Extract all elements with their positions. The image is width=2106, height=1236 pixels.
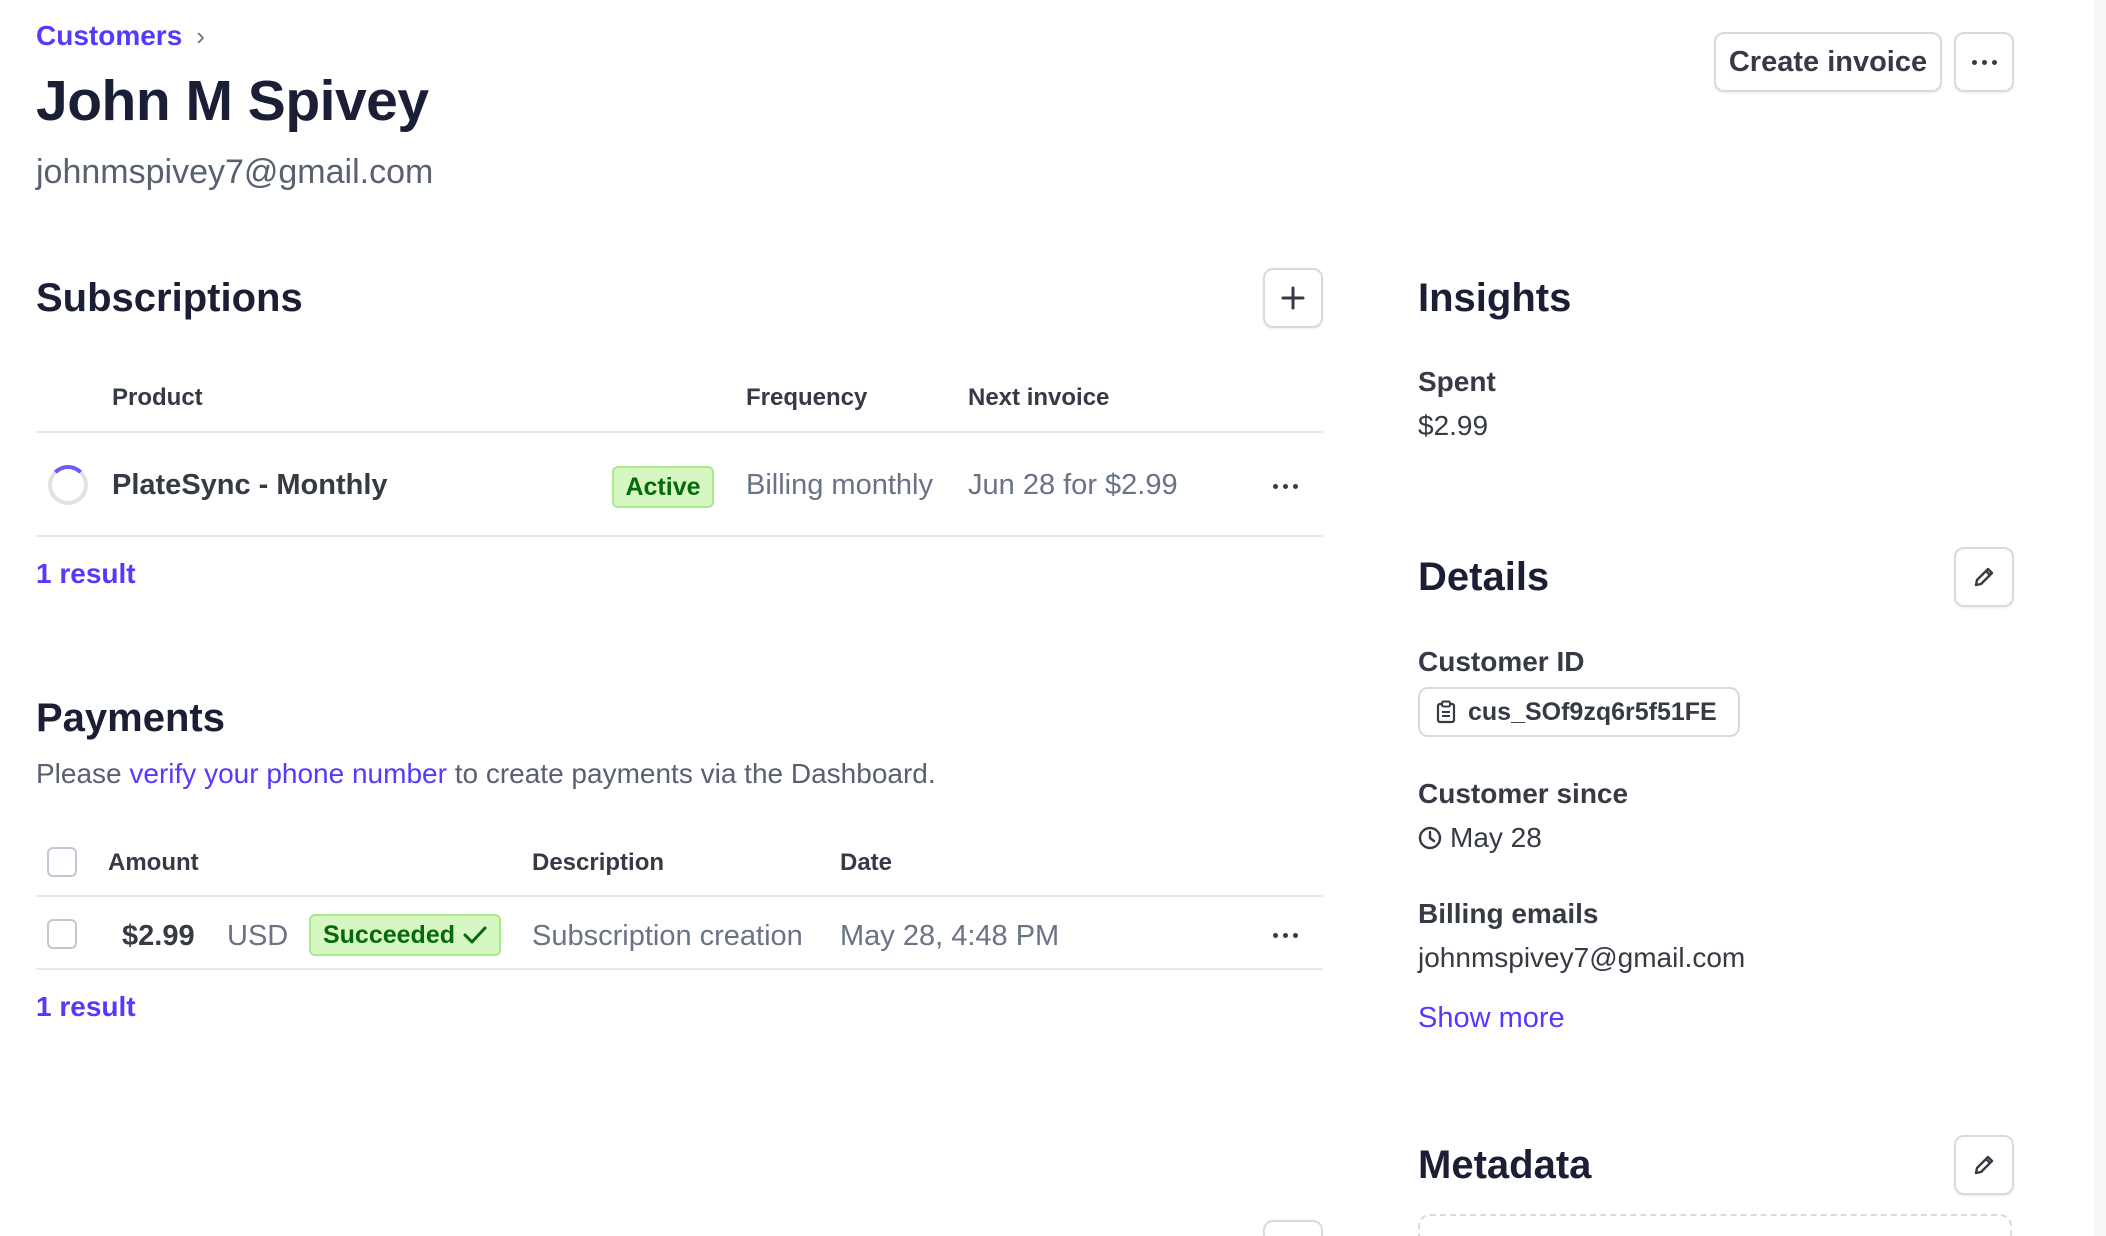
payments-result-count[interactable]: 1 result — [36, 991, 136, 1023]
show-more-link[interactable]: Show more — [1418, 1002, 1565, 1035]
billing-email-value: johnmspivey7@gmail.com — [1418, 942, 1746, 973]
clipboard-icon — [1436, 700, 1456, 724]
billing-emails-label: Billing emails — [1418, 898, 1599, 929]
details-title: Details — [1418, 555, 1550, 599]
payments-notice: Please verify your phone number to creat… — [36, 758, 936, 790]
plus-icon — [1281, 286, 1305, 310]
edit-metadata-button[interactable] — [1954, 1135, 2014, 1195]
add-subscription-button[interactable] — [1263, 268, 1323, 328]
column-header-description: Description — [532, 849, 665, 876]
payment-status-label: Succeeded — [322, 920, 455, 949]
pencil-icon — [1974, 1155, 1994, 1175]
customer-since: May 28 — [1418, 822, 1542, 854]
subscriptions-result-count[interactable]: 1 result — [36, 558, 136, 590]
customer-since-label: Customer since — [1418, 778, 1629, 809]
breadcrumb-customers-link[interactable]: Customers — [36, 20, 182, 52]
status-badge: Active — [612, 466, 714, 508]
more-horizontal-icon — [1272, 483, 1298, 489]
add-button-partial[interactable] — [1263, 1220, 1323, 1236]
spent-value: $2.99 — [1418, 410, 1489, 441]
subscription-row-actions-button[interactable] — [1270, 471, 1300, 501]
window-edge — [2094, 0, 2106, 1236]
payments-notice-suffix: to create payments via the Dashboard. — [446, 758, 936, 789]
subscription-status-icon — [48, 465, 88, 505]
column-header-product: Product — [112, 384, 203, 411]
metadata-title: Metadata — [1418, 1143, 1592, 1187]
payment-currency: USD — [227, 920, 289, 952]
clock-icon — [1418, 826, 1442, 850]
customer-email: johnmspivey7@gmail.com — [36, 153, 434, 191]
column-header-date: Date — [840, 849, 893, 876]
pencil-icon — [1974, 567, 1994, 587]
customer-id-label: Customer ID — [1418, 646, 1585, 677]
chevron-right-icon: › — [196, 20, 205, 51]
subscriptions-title: Subscriptions — [36, 276, 303, 320]
table-divider — [36, 431, 1323, 433]
more-horizontal-icon — [1971, 59, 1997, 65]
create-invoice-button[interactable]: Create invoice — [1714, 32, 1942, 92]
payment-row-actions-button[interactable] — [1270, 920, 1300, 950]
column-header-next-invoice: Next invoice — [968, 384, 1110, 411]
subscription-frequency: Billing monthly — [746, 469, 933, 501]
subscription-product[interactable]: PlateSync - Monthly — [112, 469, 388, 502]
more-actions-button[interactable] — [1954, 32, 2014, 92]
subscription-next-invoice: Jun 28 for $2.99 — [968, 469, 1178, 501]
breadcrumb: Customers › — [36, 20, 205, 52]
insights-title: Insights — [1418, 276, 1572, 320]
customer-id-chip[interactable]: cus_SOf9zq6r5f51FE — [1418, 687, 1740, 737]
payment-row-checkbox[interactable] — [47, 919, 77, 949]
verify-phone-link[interactable]: verify your phone number — [129, 758, 447, 789]
table-divider — [36, 895, 1323, 897]
metadata-empty-box — [1418, 1214, 2012, 1236]
column-header-amount: Amount — [108, 849, 199, 876]
spent-label: Spent — [1418, 366, 1496, 397]
table-divider — [36, 968, 1323, 970]
more-horizontal-icon — [1272, 932, 1298, 938]
payment-description: Subscription creation — [532, 920, 803, 952]
checkmark-icon — [463, 926, 487, 944]
customer-since-value: May 28 — [1450, 822, 1542, 853]
payments-title: Payments — [36, 696, 225, 740]
customer-id-value: cus_SOf9zq6r5f51FE — [1468, 697, 1717, 726]
payment-date: May 28, 4:48 PM — [840, 920, 1060, 952]
edit-details-button[interactable] — [1954, 547, 2014, 607]
payments-notice-prefix: Please — [36, 758, 130, 789]
select-all-checkbox[interactable] — [47, 847, 77, 877]
page-title: John M Spivey — [36, 69, 429, 133]
table-divider — [36, 535, 1323, 537]
payment-amount: $2.99 — [122, 920, 195, 952]
column-header-frequency: Frequency — [746, 384, 868, 411]
payment-status-badge: Succeeded — [309, 914, 501, 956]
